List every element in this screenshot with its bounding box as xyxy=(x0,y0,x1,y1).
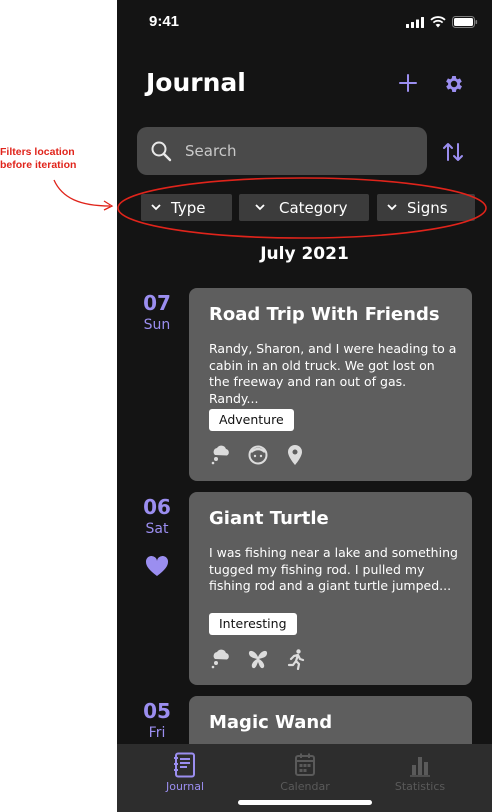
status-time: 9:41 xyxy=(149,13,180,30)
wifi-icon xyxy=(430,16,446,28)
location-pin-icon xyxy=(288,445,302,465)
signal-icon xyxy=(406,16,424,28)
category-tag[interactable]: Adventure xyxy=(209,409,294,431)
entry-excerpt: Randy, Sharon, and I were heading to a c… xyxy=(209,341,457,406)
search-icon xyxy=(151,141,172,162)
sort-button[interactable] xyxy=(439,138,467,166)
settings-button[interactable] xyxy=(442,72,466,96)
sign-icons xyxy=(209,444,305,466)
journal-book-icon xyxy=(174,752,195,778)
annotation-ellipse xyxy=(117,177,487,239)
entry-day: 07 xyxy=(143,291,171,315)
entry-title: Giant Turtle xyxy=(209,508,329,529)
month-heading: July 2021 xyxy=(260,244,349,264)
phone-screen: 9:41 Journal Search Type Category Signs … xyxy=(117,0,492,812)
calendar-icon xyxy=(295,753,315,776)
heart-icon[interactable] xyxy=(145,555,169,577)
entry-day: 06 xyxy=(143,495,171,519)
gear-icon xyxy=(446,76,462,92)
entry-date: 07 Sun xyxy=(137,291,177,333)
sign-icons xyxy=(209,648,307,670)
tab-calendar[interactable]: Calendar xyxy=(260,752,350,793)
entry-title: Magic Wand xyxy=(209,712,333,733)
tab-calendar-label: Calendar xyxy=(280,780,330,793)
status-icons xyxy=(406,16,478,28)
face-icon xyxy=(248,445,268,465)
add-entry-button[interactable] xyxy=(397,72,419,94)
thought-cloud-icon xyxy=(211,649,229,669)
butterfly-icon xyxy=(248,650,268,669)
journal-entry-card[interactable]: Road Trip With Friends Randy, Sharon, an… xyxy=(189,288,472,481)
journal-entry-card[interactable]: Giant Turtle I was fishing near a lake a… xyxy=(189,492,472,685)
annotation-line-2: before iteration xyxy=(0,159,77,171)
battery-icon xyxy=(452,16,478,28)
tab-journal-label: Journal xyxy=(165,780,205,793)
category-tag[interactable]: Interesting xyxy=(209,613,297,635)
thought-cloud-icon xyxy=(211,445,229,465)
search-bar[interactable] xyxy=(137,127,427,175)
bar-chart-icon xyxy=(410,757,430,777)
entry-excerpt: I was fishing near a lake and something … xyxy=(209,545,458,593)
sort-arrows-icon xyxy=(443,143,463,161)
annotation-line-1: Filters location xyxy=(0,146,75,158)
entry-day: 05 xyxy=(143,699,171,723)
search-input[interactable] xyxy=(185,139,415,163)
plus-icon xyxy=(399,74,417,92)
tab-statistics[interactable]: Statistics xyxy=(375,752,465,793)
entry-weekday: Sat xyxy=(145,521,169,537)
annotation-note: Filters location before iteration xyxy=(0,146,112,172)
annotation-arrow-icon xyxy=(53,179,114,211)
status-bar: 9:41 xyxy=(117,0,492,44)
entry-date: 05 Fri xyxy=(137,699,177,741)
entry-weekday: Sun xyxy=(143,317,171,333)
tab-statistics-label: Statistics xyxy=(394,780,446,793)
running-person-icon xyxy=(287,649,305,670)
header: Journal xyxy=(117,62,492,110)
canvas: Filters location before iteration 9:41 J… xyxy=(0,0,492,812)
home-indicator xyxy=(238,800,372,805)
page-title: Journal xyxy=(146,68,246,97)
entry-weekday: Fri xyxy=(148,725,166,741)
entry-date: 06 Sat xyxy=(137,495,177,577)
tab-journal[interactable]: Journal xyxy=(140,752,230,793)
entry-title: Road Trip With Friends xyxy=(209,304,440,325)
